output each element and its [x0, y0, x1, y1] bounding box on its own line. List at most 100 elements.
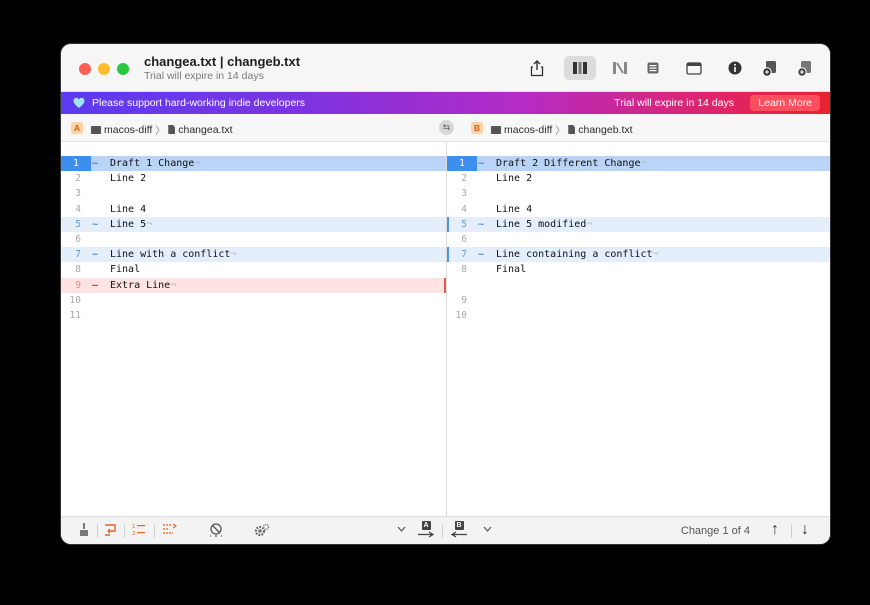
left-line[interactable]: 8 Final [61, 262, 446, 277]
left-line[interactable]: 4 Line 4 [61, 202, 446, 217]
arrow-left-icon [450, 531, 467, 538]
code-content: Extra Line [110, 279, 171, 291]
change-counter: Change 1 of 4 [680, 525, 750, 537]
heart-icon [73, 97, 85, 108]
left-line[interactable]: 5 ~ Line 5¬ [61, 216, 446, 232]
left-editor-pane[interactable]: 1 ~ Draft 1 Change¬ 2 Line 2 3 4 Line 4 5 ~ Line 5… [61, 142, 446, 516]
right-breadcrumb: macos-diff 〉 changeb.txt [491, 122, 633, 137]
code-text: Line 5 modified¬ [496, 217, 592, 232]
breadcrumb-separator: 〉 [155, 126, 166, 137]
right-line[interactable]: 2 Line 2 [447, 171, 830, 186]
right-line[interactable] [447, 278, 830, 293]
code-text: Line containing a conflict¬ [496, 247, 659, 262]
change-marker: — [91, 279, 99, 291]
app-window: changea.txt | changeb.txt Trial will exp… [61, 44, 830, 544]
file-icon [168, 125, 176, 134]
left-pane-badge: A [71, 122, 83, 134]
clear-button[interactable] [79, 523, 89, 537]
line-numbers-button[interactable]: 12 [132, 523, 146, 536]
share-button[interactable] [524, 56, 550, 80]
invisibles-button[interactable] [162, 523, 177, 535]
share-icon [530, 59, 544, 76]
invisibles-icon [163, 523, 177, 534]
code-content: Final [496, 264, 527, 276]
line-numbers-icon: 12 [132, 524, 145, 536]
window-icon [686, 61, 702, 75]
file-icon [568, 125, 576, 134]
right-line[interactable]: 6 [447, 232, 830, 247]
merge-view-button[interactable] [607, 56, 633, 80]
line-number: 4 [461, 203, 467, 215]
left-line[interactable]: 11 [61, 308, 446, 323]
wrap-lines-button[interactable] [104, 523, 117, 536]
minimize-window-button[interactable] [98, 63, 110, 75]
code-text: Line with a conflict¬ [110, 247, 236, 262]
line-number: 8 [461, 264, 467, 276]
info-button[interactable] [722, 56, 748, 80]
right-line[interactable]: 4 Line 4 [447, 202, 830, 217]
copy-to-left-button[interactable]: B [450, 521, 468, 538]
no-whitespace-icon [210, 523, 222, 537]
right-line[interactable]: 8 Final [447, 262, 830, 277]
ignore-whitespace-button[interactable] [208, 523, 224, 537]
side-by-side-view-button[interactable] [564, 56, 596, 80]
arrow-right-icon [418, 531, 435, 538]
right-folder-name[interactable]: macos-diff [504, 124, 552, 136]
previous-change-button[interactable]: ↑ [771, 521, 779, 539]
line-number: 8 [75, 264, 81, 276]
bottom-toolbar: 12 A B Change 1 of 4 ↑ ↓ [61, 516, 830, 544]
a-badge-icon: A [421, 521, 431, 530]
right-line[interactable]: 10 [447, 308, 830, 323]
left-line[interactable]: 6 [61, 232, 446, 247]
line-number: 2 [75, 173, 81, 185]
left-file-name[interactable]: changea.txt [178, 124, 232, 136]
copy-to-right-button[interactable]: A [417, 521, 435, 538]
left-line[interactable]: 9 — Extra Line¬ [61, 277, 446, 293]
left-folder-name[interactable]: macos-diff [104, 124, 152, 136]
end-of-line-marker: ¬ [586, 218, 593, 230]
right-line[interactable]: 3 [447, 186, 830, 201]
settings-button[interactable] [254, 523, 270, 537]
code-text: Line 5¬ [110, 217, 152, 232]
save-right-icon [797, 60, 811, 77]
right-line[interactable]: 7 ~ Line containing a conflict¬ [447, 247, 830, 263]
line-number: 7 [461, 249, 467, 261]
line-number: 3 [461, 188, 467, 200]
left-line[interactable]: 2 Line 2 [61, 171, 446, 186]
copy-left-dropdown[interactable] [397, 526, 406, 532]
left-line[interactable]: 1 ~ Draft 1 Change¬ [61, 156, 446, 172]
end-of-line-marker: ¬ [170, 279, 177, 291]
line-number: 5 [75, 218, 81, 230]
left-line[interactable]: 3 [61, 186, 446, 201]
separator [154, 524, 155, 538]
code-content: Line 4 [496, 203, 533, 215]
save-left-icon [762, 60, 776, 77]
zoom-window-button[interactable] [117, 63, 129, 75]
right-line[interactable]: 9 [447, 293, 830, 308]
copy-right-dropdown[interactable] [483, 526, 492, 532]
code-content: Line 2 [496, 173, 533, 185]
save-right-button[interactable] [792, 56, 818, 80]
line-number: 9 [75, 279, 81, 291]
change-marker: ~ [91, 249, 99, 261]
right-file-name[interactable]: changeb.txt [578, 124, 632, 136]
save-left-button[interactable] [757, 56, 783, 80]
change-marker: ~ [91, 218, 99, 230]
close-window-button[interactable] [79, 63, 91, 75]
left-line[interactable]: 10 [61, 293, 446, 308]
code-text: Line 2 [110, 171, 146, 186]
unified-view-icon [647, 62, 659, 74]
learn-more-button[interactable]: Learn More [750, 95, 820, 111]
right-line[interactable]: 5 ~ Line 5 modified¬ [447, 216, 830, 232]
next-change-button[interactable]: ↓ [801, 521, 809, 539]
right-line[interactable]: 1 ~ Draft 2 Different Change¬ [447, 156, 830, 172]
left-line[interactable]: 7 ~ Line with a conflict¬ [61, 247, 446, 263]
swap-sides-button[interactable]: ⇆ [439, 120, 454, 135]
right-editor-pane[interactable]: 1 ~ Draft 2 Different Change¬ 2 Line 2 3 4 Line… [446, 142, 830, 516]
unified-view-button[interactable] [640, 56, 666, 80]
window-title: changea.txt | changeb.txt [144, 54, 301, 69]
wrap-icon [105, 524, 116, 536]
window-layout-button[interactable] [681, 56, 707, 80]
line-number: 11 [69, 309, 81, 321]
title-bar: changea.txt | changeb.txt Trial will exp… [61, 44, 830, 92]
